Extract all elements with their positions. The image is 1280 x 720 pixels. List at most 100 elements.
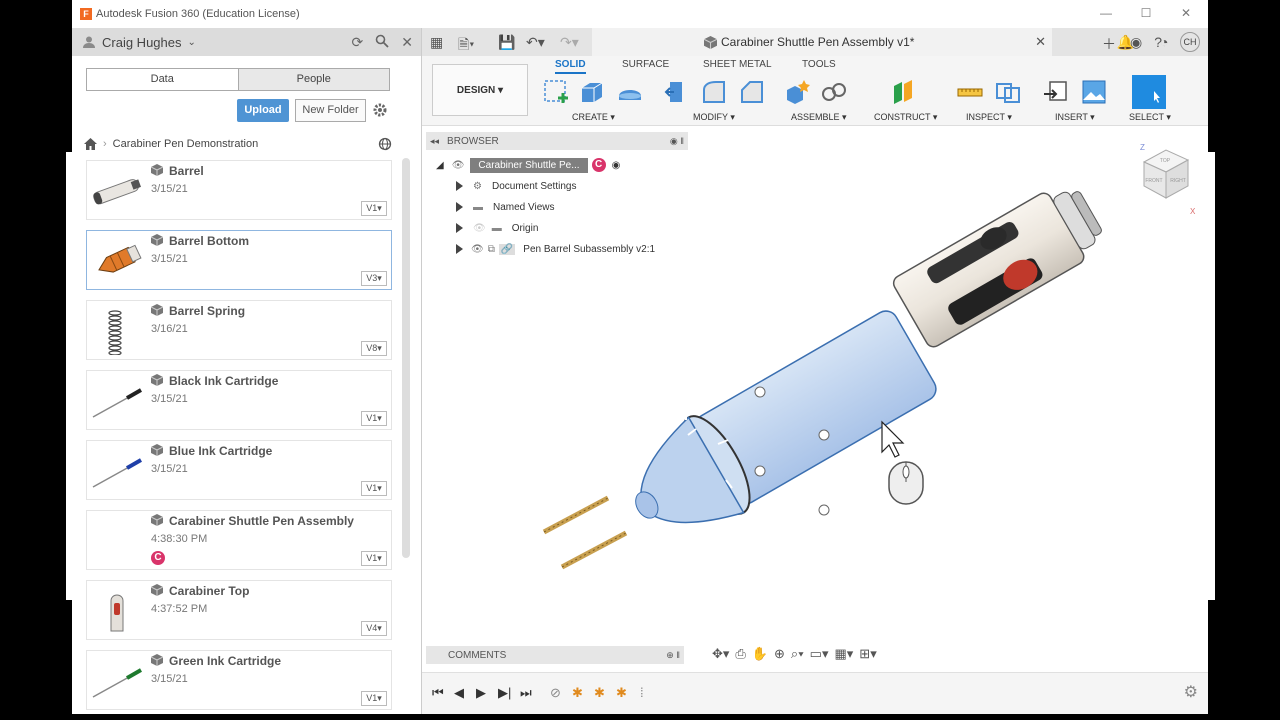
version-dropdown[interactable]: V1▾ bbox=[361, 691, 387, 706]
list-item[interactable]: Black Ink Cartridge 3/15/21 V1▾ bbox=[86, 370, 392, 430]
timeline-start-icon[interactable]: ⏮ bbox=[432, 685, 444, 701]
orbit-icon[interactable]: ✥▾ bbox=[712, 646, 729, 664]
activate-radio-icon[interactable]: ◉ bbox=[612, 160, 621, 171]
notifications-icon[interactable]: 🔔 bbox=[1117, 34, 1134, 51]
revolve-icon[interactable] bbox=[616, 78, 644, 106]
undo-icon[interactable]: ↶▾ bbox=[526, 34, 545, 51]
list-item[interactable]: Carabiner Shuttle Pen Assembly 4:38:30 P… bbox=[86, 510, 392, 570]
timeline-next-icon[interactable]: ▶| bbox=[498, 685, 511, 701]
browser-root[interactable]: ◢ 👁 Carabiner Shuttle Pe... C ◉ bbox=[436, 156, 620, 174]
refresh-icon[interactable]: ⟳ bbox=[352, 34, 364, 51]
insert-canvas-icon[interactable] bbox=[1080, 78, 1108, 106]
minimize-button[interactable]: — bbox=[1096, 6, 1116, 20]
timeline-prev-icon[interactable]: ◀ bbox=[454, 685, 464, 701]
fillet-icon[interactable] bbox=[700, 78, 728, 106]
create-group-label[interactable]: CREATE ▾ bbox=[572, 112, 615, 123]
joint-icon[interactable] bbox=[820, 78, 848, 106]
display-settings-icon[interactable]: ▭▾ bbox=[810, 646, 829, 664]
view-cube[interactable]: TOP FRONT RIGHT Z X bbox=[1132, 140, 1202, 215]
list-item[interactable]: Barrel 3/15/21 V1▾ bbox=[86, 160, 392, 220]
timeline-settings-gear-icon[interactable]: ⚙ bbox=[1184, 682, 1198, 702]
timeline-joint-icon[interactable]: ✱ bbox=[572, 685, 583, 701]
save-icon[interactable]: 💾 bbox=[498, 34, 515, 51]
insert-derive-icon[interactable] bbox=[1042, 78, 1070, 106]
file-menu-icon[interactable]: 🗎▾ bbox=[458, 34, 474, 58]
home-icon[interactable] bbox=[84, 138, 97, 150]
viewports-icon[interactable]: ⊞▾ bbox=[859, 646, 876, 664]
list-item[interactable]: Carabiner Top 4:37:52 PM V4▾ bbox=[86, 580, 392, 640]
expand-triangle-icon[interactable] bbox=[456, 223, 463, 233]
new-component-icon[interactable] bbox=[784, 78, 812, 106]
grid-menu-icon[interactable]: ▦ bbox=[430, 34, 443, 51]
browser-item-subassembly[interactable]: 👁 ⧉ 🔗 Pen Barrel Subassembly v2:1 bbox=[456, 240, 655, 258]
version-dropdown[interactable]: V1▾ bbox=[361, 481, 387, 496]
list-item[interactable]: Barrel Bottom 3/15/21 V3▾ bbox=[86, 230, 392, 290]
expand-triangle-icon[interactable] bbox=[456, 181, 463, 191]
user-avatar[interactable]: CH bbox=[1180, 32, 1200, 52]
create-sketch-icon[interactable] bbox=[542, 78, 570, 106]
tab-data[interactable]: Data bbox=[87, 69, 239, 90]
file-list-scrollbar[interactable] bbox=[402, 158, 410, 558]
collapse-triangle-icon[interactable]: ◢ bbox=[436, 160, 444, 171]
select-group-label[interactable]: SELECT ▾ bbox=[1129, 112, 1171, 123]
close-tab-icon[interactable]: ✕ bbox=[1035, 34, 1046, 50]
new-tab-icon[interactable]: ＋ bbox=[1102, 34, 1116, 54]
timeline-marker-icon[interactable]: ⁞ bbox=[640, 685, 644, 700]
list-item[interactable]: Barrel Spring 3/16/21 V8▾ bbox=[86, 300, 392, 360]
look-at-icon[interactable]: ⎙ bbox=[735, 646, 745, 664]
version-dropdown[interactable]: V4▾ bbox=[361, 621, 387, 636]
gear-icon[interactable] bbox=[372, 102, 388, 118]
offset-plane-icon[interactable] bbox=[890, 78, 918, 106]
chevron-down-icon[interactable]: ⌄ bbox=[188, 37, 196, 48]
fit-icon[interactable]: ⌕▾ bbox=[791, 646, 804, 664]
globe-settings-icon[interactable] bbox=[378, 137, 392, 151]
maximize-button[interactable]: ☐ bbox=[1136, 6, 1156, 20]
timeline-joint-icon[interactable]: ✱ bbox=[594, 685, 605, 701]
upload-button[interactable]: Upload bbox=[237, 99, 289, 122]
help-icon[interactable]: ? bbox=[1154, 34, 1162, 50]
workspace-dropdown[interactable]: DESIGN ▾ bbox=[432, 64, 528, 116]
version-dropdown[interactable]: V3▾ bbox=[361, 271, 387, 286]
version-dropdown[interactable]: V1▾ bbox=[361, 551, 387, 566]
browser-options-icon[interactable]: ◉ ‖ bbox=[670, 136, 684, 147]
inspect-group-label[interactable]: INSPECT ▾ bbox=[966, 112, 1012, 123]
measure-icon[interactable] bbox=[956, 78, 984, 106]
visibility-eye-icon[interactable]: 👁 bbox=[452, 160, 465, 171]
browser-item-document-settings[interactable]: ⚙ Document Settings bbox=[456, 177, 576, 195]
construct-group-label[interactable]: CONSTRUCT ▾ bbox=[874, 112, 937, 123]
tab-sheet-metal[interactable]: SHEET METAL bbox=[703, 59, 772, 70]
zoom-icon[interactable]: ⊕ bbox=[774, 646, 785, 664]
version-dropdown[interactable]: V1▾ bbox=[361, 411, 387, 426]
press-pull-icon[interactable] bbox=[664, 78, 692, 106]
close-panel-icon[interactable]: ✕ bbox=[401, 34, 413, 51]
expand-triangle-icon[interactable] bbox=[456, 202, 463, 212]
modify-group-label[interactable]: MODIFY ▾ bbox=[693, 112, 735, 123]
user-name[interactable]: Craig Hughes bbox=[102, 35, 182, 50]
tab-tools[interactable]: TOOLS bbox=[802, 59, 836, 70]
root-component-label[interactable]: Carabiner Shuttle Pe... bbox=[470, 157, 588, 173]
pan-icon[interactable]: ✋ bbox=[752, 646, 768, 664]
version-dropdown[interactable]: V1▾ bbox=[361, 201, 387, 216]
document-tab[interactable]: Carabiner Shuttle Pen Assembly v1* ✕ bbox=[592, 28, 1052, 56]
timeline-play-icon[interactable]: ▶ bbox=[476, 685, 486, 701]
expand-triangle-icon[interactable] bbox=[456, 244, 463, 254]
browser-item-origin[interactable]: 👁 ▬ Origin bbox=[456, 219, 538, 237]
tab-people[interactable]: People bbox=[238, 69, 389, 90]
version-dropdown[interactable]: V8▾ bbox=[361, 341, 387, 356]
interference-icon[interactable] bbox=[994, 78, 1022, 106]
grid-settings-icon[interactable]: ▦▾ bbox=[834, 646, 853, 664]
redo-icon[interactable]: ↷▾ bbox=[560, 34, 579, 51]
tab-solid[interactable]: SOLID bbox=[555, 59, 586, 74]
insert-group-label[interactable]: INSERT ▾ bbox=[1055, 112, 1095, 123]
visibility-eye-icon[interactable]: 👁 bbox=[471, 244, 484, 255]
chamfer-icon[interactable] bbox=[738, 78, 766, 106]
collaboration-badge[interactable]: C bbox=[151, 551, 165, 565]
breadcrumb-project[interactable]: Carabiner Pen Demonstration bbox=[113, 138, 259, 150]
comments-options-icon[interactable]: ⊕ ‖ bbox=[666, 650, 680, 661]
select-icon[interactable] bbox=[1132, 75, 1166, 109]
close-button[interactable]: ✕ bbox=[1176, 6, 1196, 20]
extrude-icon[interactable] bbox=[578, 78, 606, 106]
timeline-joint-icon[interactable]: ✱ bbox=[616, 685, 627, 701]
search-icon[interactable] bbox=[375, 34, 389, 48]
new-folder-button[interactable]: New Folder bbox=[295, 99, 366, 122]
